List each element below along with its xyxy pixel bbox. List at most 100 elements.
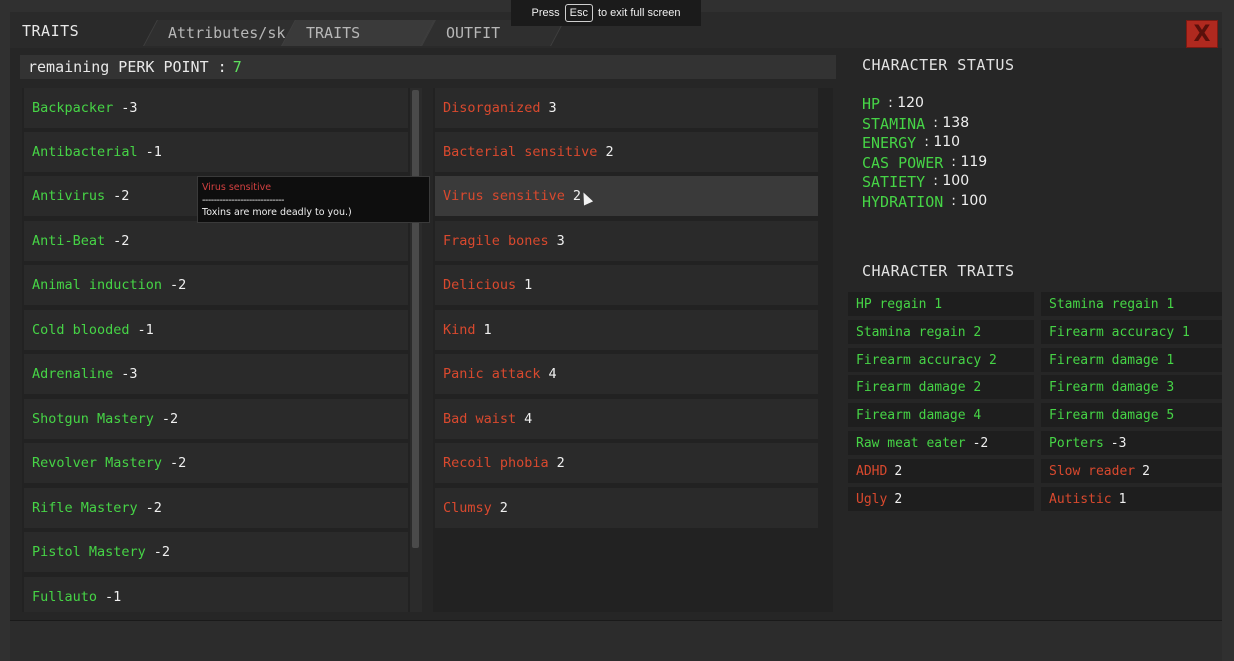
- close-icon: X: [1193, 21, 1211, 47]
- character-traits-title: CHARACTER TRAITS: [862, 262, 1015, 280]
- trait-cost: -2: [170, 277, 187, 293]
- char-trait: Autistic 1: [1041, 487, 1222, 511]
- trait-row-adrenaline[interactable]: Adrenaline -3: [24, 354, 408, 396]
- trait-row-pistol-mastery[interactable]: Pistol Mastery -2: [24, 532, 408, 574]
- char-trait: Firearm accuracy 1: [1041, 320, 1222, 344]
- scrollbar-thumb[interactable]: [412, 90, 419, 548]
- trait-cost: 2: [499, 500, 508, 516]
- screen-title: TRAITS: [22, 22, 80, 40]
- positive-list-scrollbar[interactable]: [410, 88, 422, 612]
- char-trait-value: 1: [1118, 491, 1127, 507]
- trait-row-fragile-bones[interactable]: Fragile bones 3: [435, 221, 818, 263]
- trait-row-recoil-phobia[interactable]: Recoil phobia 2: [435, 443, 818, 485]
- tab-traits[interactable]: TRAITS: [281, 20, 435, 46]
- stat-value: : 110: [924, 134, 961, 150]
- trait-row-shotgun-mastery[interactable]: Shotgun Mastery -2: [24, 399, 408, 441]
- char-trait-name: Firearm damage 2: [856, 379, 982, 395]
- char-trait-name: Slow reader: [1049, 463, 1136, 479]
- trait-name: Animal induction: [32, 277, 163, 293]
- char-trait-value: -3: [1110, 435, 1127, 451]
- trait-cost: -2: [113, 233, 130, 249]
- trait-cost: 2: [556, 455, 565, 471]
- trait-cost: 3: [556, 233, 565, 249]
- trait-row-delicious[interactable]: Delicious 1: [435, 265, 818, 307]
- close-button[interactable]: X: [1186, 20, 1218, 48]
- stat-energy: ENERGY: 110: [862, 134, 960, 152]
- char-trait: Firearm accuracy 2: [848, 348, 1034, 372]
- trait-row-backpacker[interactable]: Backpacker -3: [24, 88, 408, 130]
- char-trait-name: Firearm damage 1: [1049, 352, 1175, 368]
- trait-name: Backpacker: [32, 100, 114, 116]
- char-trait-value: 2: [894, 463, 903, 479]
- stat-key: CAS POWER: [862, 154, 944, 172]
- trait-row-revolver-mastery[interactable]: Revolver Mastery -2: [24, 443, 408, 485]
- trait-name: Delicious: [443, 277, 517, 293]
- char-trait-value: -2: [972, 435, 989, 451]
- trait-name: Recoil phobia: [443, 455, 549, 471]
- char-trait: Firearm damage 1: [1041, 348, 1222, 372]
- trait-name: Virus sensitive: [443, 188, 565, 204]
- trait-name: Cold blooded: [32, 322, 130, 338]
- char-trait-name: Porters: [1049, 435, 1104, 451]
- negative-traits-list: Disorganized 3 Bacterial sensitive 2 Virus…: [433, 88, 833, 612]
- trait-row-fullauto[interactable]: Fullauto -1: [24, 577, 408, 612]
- char-trait-name: Stamina regain 1: [1049, 296, 1175, 312]
- char-trait-value: 2: [894, 491, 903, 507]
- tab-attributes[interactable]: Attributes/sk: [143, 20, 297, 46]
- trait-cost: 4: [524, 411, 533, 427]
- stat-key: STAMINA: [862, 115, 926, 133]
- trait-cost: -2: [161, 411, 179, 427]
- trait-row-panic-attack[interactable]: Panic attack 4: [435, 354, 818, 396]
- trait-name: Adrenaline: [32, 366, 114, 382]
- char-trait: Firearm damage 4: [848, 403, 1034, 427]
- trait-row-antibacterial[interactable]: Antibacterial -1: [24, 132, 408, 174]
- trait-row-rifle-mastery[interactable]: Rifle Mastery -2: [24, 488, 408, 530]
- stat-key: SATIETY: [862, 173, 926, 191]
- perk-points-label: remaining PERK POINT :: [28, 58, 227, 76]
- trait-name: Rifle Mastery: [32, 500, 138, 516]
- trait-row-virus-sensitive[interactable]: Virus sensitive 2: [435, 176, 818, 218]
- char-trait-name: ADHD: [856, 463, 888, 479]
- trait-row-clumsy[interactable]: Clumsy 2: [435, 488, 818, 530]
- trait-row-animal-induction[interactable]: Animal induction -2: [24, 265, 408, 307]
- trait-row-kind[interactable]: Kind 1: [435, 310, 818, 352]
- trait-name: Revolver Mastery: [32, 455, 163, 471]
- stat-hp: HP: 120: [862, 95, 924, 113]
- trait-name: Shotgun Mastery: [32, 411, 154, 427]
- trait-cost: 1: [524, 277, 533, 293]
- trait-cost: -1: [105, 589, 122, 605]
- char-trait: Stamina regain 1: [1041, 292, 1222, 316]
- perk-points-bar: remaining PERK POINT : 7: [20, 55, 836, 79]
- trait-row-bad-waist[interactable]: Bad waist 4: [435, 399, 818, 441]
- trait-cost: -1: [145, 144, 162, 160]
- char-trait-name: HP regain 1: [856, 296, 943, 312]
- char-trait: Stamina regain 2: [848, 320, 1034, 344]
- stat-satiety: SATIETY: 100: [862, 173, 969, 191]
- trait-row-cold-blooded[interactable]: Cold blooded -1: [24, 310, 408, 352]
- char-trait-name: Raw meat eater: [856, 435, 966, 451]
- stat-value: : 100: [951, 193, 988, 209]
- char-trait: Firearm damage 2: [848, 375, 1034, 399]
- tab-outfit-label: OUTFIT: [446, 24, 501, 42]
- trait-name: Fragile bones: [443, 233, 549, 249]
- trait-name: Antibacterial: [32, 144, 138, 160]
- char-trait-name: Firearm accuracy 2: [856, 352, 997, 368]
- char-trait: Porters -3: [1041, 431, 1222, 455]
- char-trait: Slow reader 2: [1041, 459, 1222, 483]
- char-trait: Firearm damage 3: [1041, 375, 1222, 399]
- trait-name: Pistol Mastery: [32, 544, 146, 560]
- char-trait-name: Firearm accuracy 1: [1049, 324, 1190, 340]
- char-trait-name: Autistic: [1049, 491, 1112, 507]
- trait-row-bacterial-sensitive[interactable]: Bacterial sensitive 2: [435, 132, 818, 174]
- stat-cas-power: CAS POWER: 119: [862, 154, 987, 172]
- trait-row-disorganized[interactable]: Disorganized 3: [435, 88, 818, 130]
- bottom-bar: [10, 620, 1222, 661]
- trait-cost: -2: [153, 544, 171, 560]
- trait-cost: 3: [548, 100, 557, 116]
- trait-name: Bacterial sensitive: [443, 144, 598, 160]
- trait-cost: -2: [113, 188, 130, 204]
- char-trait-name: Firearm damage 5: [1049, 407, 1175, 423]
- trait-cost: -2: [170, 455, 187, 471]
- trait-row-anti-beat[interactable]: Anti-Beat -2: [24, 221, 408, 263]
- char-trait-value: 2: [1142, 463, 1150, 479]
